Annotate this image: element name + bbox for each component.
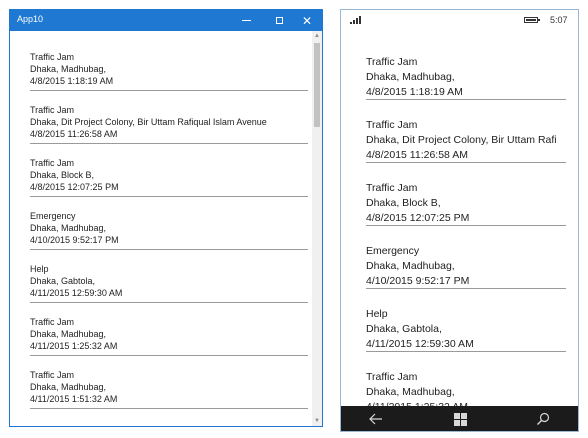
item-time: 4/8/2015 12:07:25 PM xyxy=(366,212,470,224)
scroll-up-icon[interactable]: ▲ xyxy=(312,31,322,41)
item-separator xyxy=(30,408,308,409)
minimize-button[interactable] xyxy=(232,10,260,31)
list-item[interactable]: Help Dhaka, Gabtola, 4/11/2015 12:59:30 … xyxy=(366,307,578,370)
item-time: 4/8/2015 11:26:58 AM xyxy=(366,149,468,161)
title-bar[interactable]: App10 ✕ xyxy=(10,10,322,31)
phone-emulator: 5:07 Traffic Jam Dhaka, Madhubag, 4/8/20… xyxy=(340,9,579,432)
list-item[interactable]: Traffic Jam Dhaka, Dit Project Colony, B… xyxy=(30,104,308,157)
minimize-icon xyxy=(241,20,251,21)
search-icon[interactable] xyxy=(523,406,563,431)
item-address: Dhaka, Dit Project Colony, Bir Uttam Raf… xyxy=(30,117,267,127)
item-separator xyxy=(366,99,566,100)
window-title: App10 xyxy=(17,14,44,24)
item-time: 4/10/2015 9:52:17 PM xyxy=(30,235,119,245)
item-title: Help xyxy=(366,308,388,320)
scroll-thumb[interactable] xyxy=(314,43,320,127)
back-arrow-icon[interactable] xyxy=(356,406,396,431)
close-icon: ✕ xyxy=(301,13,313,28)
item-title: Traffic Jam xyxy=(30,52,75,62)
list-item[interactable]: Traffic Jam Dhaka, Madhubag, 4/11/2015 1… xyxy=(30,316,308,369)
item-title: Traffic Jam xyxy=(30,317,75,327)
list-item[interactable]: Traffic Jam Dhaka, Madhubag, 4/11/2015 1… xyxy=(30,369,308,422)
list-item[interactable]: Help Dhaka, Gabtola, 4/11/2015 12:59:30 … xyxy=(30,263,308,316)
item-address: Dhaka, Madhubag, xyxy=(366,386,455,398)
item-title: Traffic Jam xyxy=(30,370,75,380)
list-item[interactable]: Traffic Jam Dhaka, Block B, 4/8/2015 12:… xyxy=(366,181,578,244)
list-item[interactable]: Emergency Dhaka, Madhubag, 4/10/2015 9:5… xyxy=(366,244,578,307)
item-title: Traffic Jam xyxy=(366,371,418,383)
item-time: 4/8/2015 1:18:19 AM xyxy=(366,86,463,98)
windows-start-icon[interactable] xyxy=(440,406,480,431)
item-address: Dhaka, Gabtola, xyxy=(366,323,442,335)
item-address: Dhaka, Madhubag, xyxy=(366,260,455,272)
item-title: Emergency xyxy=(30,211,76,221)
item-separator xyxy=(30,196,308,197)
desktop-app-window: App10 ✕ Traffic Jam Dhaka, Madhubag, 4/8… xyxy=(9,9,323,427)
list-item[interactable]: Emergency Dhaka, Madhubag, 4/10/2015 9:5… xyxy=(30,210,308,263)
list-item[interactable]: Traffic Jam Dhaka, Madhubag, 4/8/2015 1:… xyxy=(30,51,308,104)
item-separator xyxy=(30,143,308,144)
battery-icon xyxy=(524,17,540,23)
item-address: Dhaka, Madhubag, xyxy=(30,64,107,74)
incident-list: Traffic Jam Dhaka, Madhubag, 4/8/2015 1:… xyxy=(30,51,308,422)
item-address: Dhaka, Block B, xyxy=(366,197,441,209)
list-item[interactable]: Traffic Jam Dhaka, Madhubag, 4/8/2015 1:… xyxy=(366,55,578,118)
item-time: 4/8/2015 12:07:25 PM xyxy=(30,182,119,192)
item-separator xyxy=(366,162,566,163)
item-title: Traffic Jam xyxy=(366,56,418,68)
item-address: Dhaka, Block B, xyxy=(30,170,95,180)
status-bar: 5:07 xyxy=(341,10,578,30)
item-separator xyxy=(30,355,308,356)
status-time: 5:07 xyxy=(550,15,568,25)
item-separator xyxy=(30,90,308,91)
scroll-down-icon[interactable]: ▼ xyxy=(312,416,322,426)
item-title: Traffic Jam xyxy=(30,158,75,168)
maximize-button[interactable] xyxy=(265,10,293,31)
item-address: Dhaka, Madhubag, xyxy=(30,329,107,339)
item-title: Help xyxy=(30,264,49,274)
item-title: Traffic Jam xyxy=(30,105,75,115)
item-address: Dhaka, Madhubag, xyxy=(366,71,455,83)
item-time: 4/8/2015 11:26:58 AM xyxy=(30,129,118,139)
maximize-icon xyxy=(275,17,283,24)
item-title: Emergency xyxy=(366,245,420,257)
item-time: 4/10/2015 9:52:17 PM xyxy=(366,275,470,287)
item-address: Dhaka, Gabtola, xyxy=(30,276,96,286)
item-separator xyxy=(366,225,566,226)
item-separator xyxy=(366,351,566,352)
incident-list: Traffic Jam Dhaka, Madhubag, 4/8/2015 1:… xyxy=(366,55,578,431)
item-address: Dhaka, Dit Project Colony, Bir Uttam Raf… xyxy=(366,134,557,146)
list-item[interactable]: Traffic Jam Dhaka, Dit Project Colony, B… xyxy=(366,118,578,181)
item-title: Traffic Jam xyxy=(366,119,418,131)
item-time: 4/11/2015 12:59:30 AM xyxy=(30,288,123,298)
item-time: 4/11/2015 1:51:32 AM xyxy=(30,394,118,404)
item-separator xyxy=(30,302,308,303)
signal-strength-icon xyxy=(350,16,361,24)
item-time: 4/11/2015 12:59:30 AM xyxy=(366,338,474,350)
item-title: Traffic Jam xyxy=(366,182,418,194)
close-button[interactable]: ✕ xyxy=(293,10,321,31)
item-time: 4/11/2015 1:25:32 AM xyxy=(30,341,118,351)
navigation-bar xyxy=(341,406,578,431)
item-address: Dhaka, Madhubag, xyxy=(30,223,107,233)
vertical-scrollbar[interactable]: ▲ ▼ xyxy=(312,31,322,426)
item-separator xyxy=(30,249,308,250)
item-address: Dhaka, Madhubag, xyxy=(30,382,107,392)
item-separator xyxy=(366,288,566,289)
item-time: 4/8/2015 1:18:19 AM xyxy=(30,76,114,86)
list-item[interactable]: Traffic Jam Dhaka, Block B, 4/8/2015 12:… xyxy=(30,157,308,210)
